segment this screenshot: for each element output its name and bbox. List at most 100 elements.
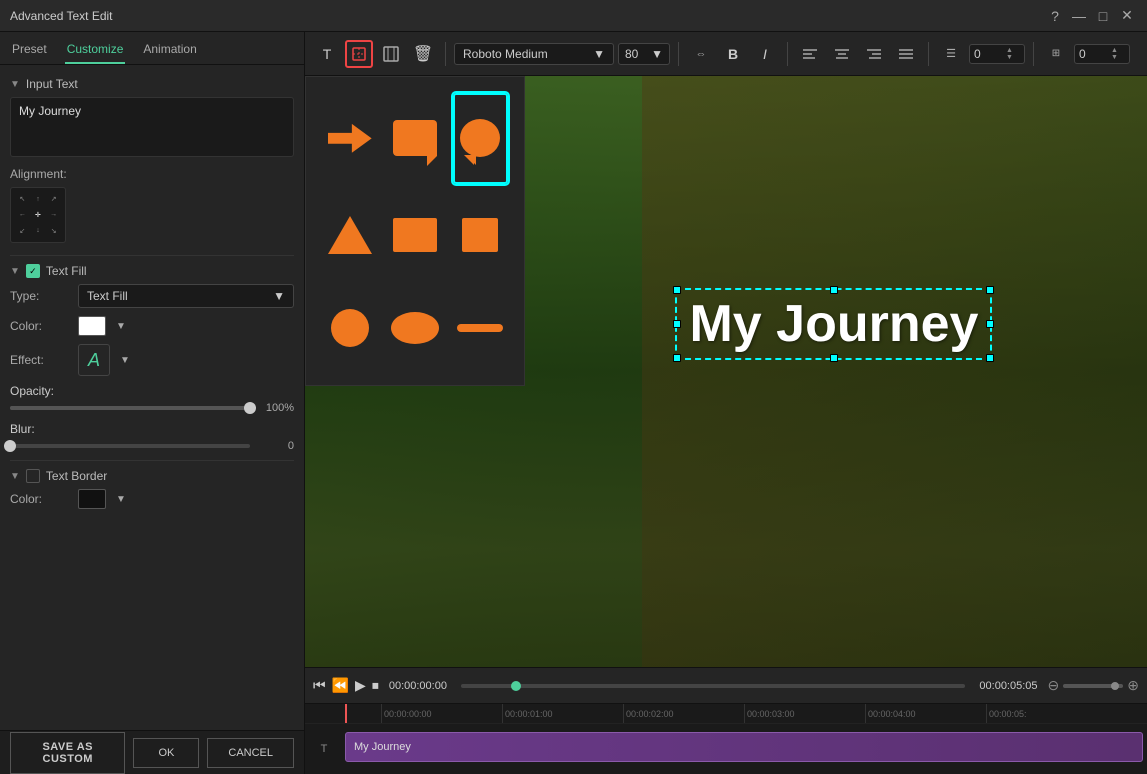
handle-tr[interactable] <box>986 286 994 294</box>
tab-animation[interactable]: Animation <box>141 38 198 64</box>
save-as-custom-button[interactable]: SAVE AS CUSTOM <box>10 732 125 774</box>
cancel-button[interactable]: CANCEL <box>207 738 294 768</box>
handle-br[interactable] <box>986 354 994 362</box>
timeline-playhead[interactable] <box>345 704 347 723</box>
ruler-mark-5: 00:00:05: <box>986 704 1107 723</box>
offset-value[interactable] <box>1079 47 1111 61</box>
offset-input[interactable]: ▲ ▼ <box>1074 44 1130 64</box>
shape-small-rect-item[interactable] <box>453 194 508 277</box>
align-justify-button[interactable] <box>892 40 920 68</box>
text-fill-checkbox[interactable]: ✓ <box>26 264 40 278</box>
input-text-field[interactable]: My Journey <box>10 97 294 157</box>
border-color-arrow[interactable]: ▼ <box>116 494 126 505</box>
border-color-swatch[interactable] <box>78 489 106 509</box>
zoom-slider[interactable] <box>1063 684 1123 688</box>
tab-customize[interactable]: Customize <box>65 38 126 64</box>
handle-bl[interactable] <box>673 354 681 362</box>
play-button[interactable]: ▶ <box>355 677 366 694</box>
spacing-down[interactable]: ▼ <box>1006 54 1013 61</box>
select-tool-button[interactable] <box>345 40 373 68</box>
italic-button[interactable]: I <box>751 40 779 68</box>
text-border-arrow[interactable]: ▼ <box>10 471 20 482</box>
effect-selector[interactable]: A <box>78 344 110 376</box>
help-button[interactable]: ? <box>1045 6 1065 26</box>
handle-mr[interactable] <box>986 320 994 328</box>
offset-up[interactable]: ▲ <box>1111 47 1118 54</box>
delete-tool-button[interactable]: 🗑 <box>409 40 437 68</box>
align-tl[interactable]: ↖ <box>15 192 30 207</box>
shape-triangle-item[interactable] <box>322 194 377 277</box>
offset-down[interactable]: ▼ <box>1111 54 1118 61</box>
spacing-input[interactable]: ▲ ▼ <box>969 44 1025 64</box>
timeline-progress[interactable] <box>461 684 965 688</box>
align-center-button[interactable] <box>828 40 856 68</box>
zoom-out-button[interactable]: ⊖ <box>1048 677 1060 694</box>
text-border-checkbox-box[interactable] <box>26 469 40 483</box>
shape-oval-item[interactable] <box>387 286 442 369</box>
handle-bc[interactable] <box>830 354 838 362</box>
toolbar-sep-5 <box>1033 42 1034 66</box>
zoom-in-button[interactable]: ⊕ <box>1127 677 1139 694</box>
align-tr[interactable]: ↗ <box>46 192 61 207</box>
color-label: Color: <box>10 319 70 333</box>
shape-rectangle-item[interactable] <box>387 194 442 277</box>
shape-arrow-item[interactable] <box>322 93 377 184</box>
align-br[interactable]: ↘ <box>46 223 61 238</box>
divider-1 <box>10 255 294 256</box>
handle-tl[interactable] <box>673 286 681 294</box>
main-layout: Preset Customize Animation ▼ Input Text … <box>0 32 1147 774</box>
color-dropdown-arrow[interactable]: ▼ <box>116 321 126 332</box>
handle-ml[interactable] <box>673 320 681 328</box>
shape-speech-bubble-rect-item[interactable] <box>387 93 442 184</box>
type-dropdown[interactable]: Text Fill ▼ <box>78 284 294 308</box>
align-ml[interactable]: ← <box>15 208 30 223</box>
text-preview-element[interactable]: My Journey <box>675 288 992 360</box>
align-mr[interactable]: → <box>46 208 61 223</box>
track-clip-my-journey[interactable]: My Journey <box>345 732 1143 762</box>
spacing-up[interactable]: ▲ <box>1006 47 1013 54</box>
align-right-button[interactable] <box>860 40 888 68</box>
align-tc[interactable]: ↑ <box>31 192 46 207</box>
offset-icon[interactable]: ⊞ <box>1042 40 1070 68</box>
blur-label: Blur: <box>10 422 35 436</box>
ruler-mark-0: 00:00:00:00 <box>381 704 502 723</box>
timeline-scrubber[interactable] <box>511 681 521 691</box>
text-tool-button[interactable]: T <box>313 40 341 68</box>
maximize-button[interactable]: □ <box>1093 6 1113 26</box>
timeline: ⏮ ⏪ ▶ ⏹ 00:00:00:00 00:00:05:05 ⊖ ⊕ <box>305 667 1147 774</box>
step-back-button[interactable]: ⏪ <box>332 677 349 694</box>
color-swatch[interactable] <box>78 316 106 336</box>
input-text-arrow[interactable]: ▼ <box>10 79 20 90</box>
close-button[interactable]: ✕ <box>1117 6 1137 26</box>
ok-button[interactable]: OK <box>133 738 199 768</box>
handle-tc[interactable] <box>830 286 838 294</box>
align-bl[interactable]: ↙ <box>15 223 30 238</box>
align-mc[interactable]: ✛ <box>31 208 46 223</box>
ruler-mark-3: 00:00:03:00 <box>744 704 865 723</box>
blur-slider[interactable] <box>10 444 250 448</box>
minimize-button[interactable]: — <box>1069 6 1089 26</box>
shape-circle-item[interactable] <box>322 286 377 369</box>
shape-speech-bubble-round-item[interactable] <box>453 93 508 184</box>
shape-line-item[interactable] <box>453 286 508 369</box>
tab-preset[interactable]: Preset <box>10 38 49 64</box>
align-bc[interactable]: ↓ <box>31 223 46 238</box>
zoom-thumb[interactable] <box>1111 682 1119 690</box>
align-left-button[interactable] <box>796 40 824 68</box>
size-dropdown[interactable]: 80 ▼ <box>618 43 670 65</box>
ruler-mark-2: 00:00:02:00 <box>623 704 744 723</box>
character-spacing-icon[interactable]: ⇔ <box>687 40 715 68</box>
opacity-slider-row: 100% <box>10 402 294 414</box>
effect-arrow[interactable]: ▼ <box>120 355 130 366</box>
rewind-button[interactable]: ⏮ <box>313 677 326 694</box>
line-spacing-icon[interactable]: ☰ <box>937 40 965 68</box>
transform-tool-button[interactable] <box>377 40 405 68</box>
stop-button[interactable]: ⏹ <box>372 677 379 694</box>
spacing-value[interactable] <box>974 47 1006 61</box>
font-dropdown[interactable]: Roboto Medium ▼ <box>454 43 614 65</box>
app-title: Advanced Text Edit <box>10 9 1041 23</box>
opacity-slider[interactable] <box>10 406 250 410</box>
bold-button[interactable]: B <box>719 40 747 68</box>
text-fill-arrow[interactable]: ▼ <box>10 266 20 277</box>
alignment-grid[interactable]: ↖ ↑ ↗ ← ✛ → ↙ ↓ ↘ <box>10 187 66 243</box>
